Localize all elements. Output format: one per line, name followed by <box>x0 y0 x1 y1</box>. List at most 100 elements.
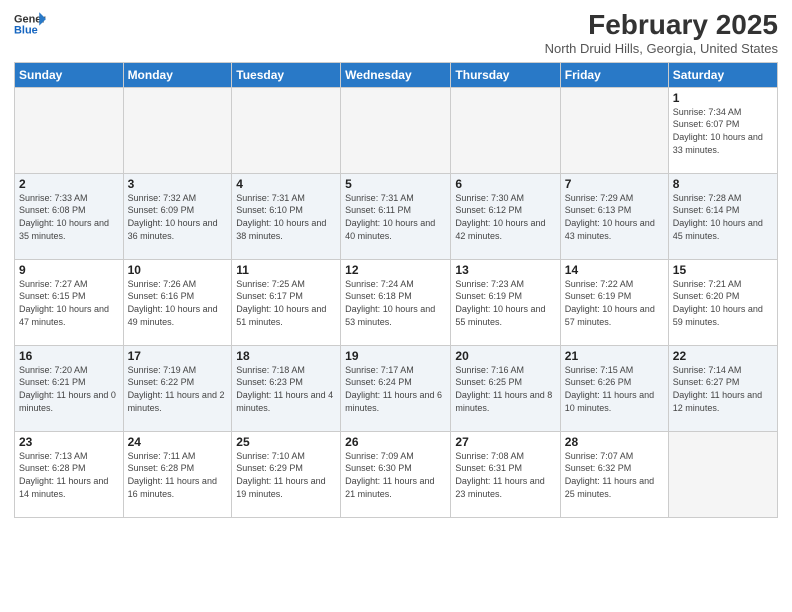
day-info: Sunrise: 7:20 AMSunset: 6:21 PMDaylight:… <box>19 364 119 414</box>
day-info: Sunrise: 7:18 AMSunset: 6:23 PMDaylight:… <box>236 364 336 414</box>
day-info: Sunrise: 7:19 AMSunset: 6:22 PMDaylight:… <box>128 364 228 414</box>
table-row: 5Sunrise: 7:31 AMSunset: 6:11 PMDaylight… <box>341 173 451 259</box>
day-info: Sunrise: 7:07 AMSunset: 6:32 PMDaylight:… <box>565 450 664 500</box>
table-row: 6Sunrise: 7:30 AMSunset: 6:12 PMDaylight… <box>451 173 560 259</box>
table-row: 25Sunrise: 7:10 AMSunset: 6:29 PMDayligh… <box>232 431 341 517</box>
day-info: Sunrise: 7:17 AMSunset: 6:24 PMDaylight:… <box>345 364 446 414</box>
table-row: 12Sunrise: 7:24 AMSunset: 6:18 PMDayligh… <box>341 259 451 345</box>
day-info: Sunrise: 7:28 AMSunset: 6:14 PMDaylight:… <box>673 192 773 242</box>
header-saturday: Saturday <box>668 62 777 87</box>
day-number: 22 <box>673 349 773 363</box>
day-number: 19 <box>345 349 446 363</box>
header-friday: Friday <box>560 62 668 87</box>
table-row: 17Sunrise: 7:19 AMSunset: 6:22 PMDayligh… <box>123 345 232 431</box>
day-number: 18 <box>236 349 336 363</box>
day-number: 2 <box>19 177 119 191</box>
day-number: 17 <box>128 349 228 363</box>
table-row: 1Sunrise: 7:34 AMSunset: 6:07 PMDaylight… <box>668 87 777 173</box>
day-number: 12 <box>345 263 446 277</box>
table-row: 20Sunrise: 7:16 AMSunset: 6:25 PMDayligh… <box>451 345 560 431</box>
day-info: Sunrise: 7:26 AMSunset: 6:16 PMDaylight:… <box>128 278 228 328</box>
day-info: Sunrise: 7:31 AMSunset: 6:11 PMDaylight:… <box>345 192 446 242</box>
table-row <box>232 87 341 173</box>
day-number: 27 <box>455 435 555 449</box>
page: General Blue February 2025 North Druid H… <box>0 0 792 612</box>
table-row: 2Sunrise: 7:33 AMSunset: 6:08 PMDaylight… <box>15 173 124 259</box>
day-info: Sunrise: 7:24 AMSunset: 6:18 PMDaylight:… <box>345 278 446 328</box>
calendar-week-row: 16Sunrise: 7:20 AMSunset: 6:21 PMDayligh… <box>15 345 778 431</box>
day-number: 23 <box>19 435 119 449</box>
svg-text:Blue: Blue <box>14 24 38 36</box>
day-number: 21 <box>565 349 664 363</box>
title-block: February 2025 North Druid Hills, Georgia… <box>545 10 778 56</box>
day-info: Sunrise: 7:23 AMSunset: 6:19 PMDaylight:… <box>455 278 555 328</box>
day-info: Sunrise: 7:10 AMSunset: 6:29 PMDaylight:… <box>236 450 336 500</box>
table-row: 28Sunrise: 7:07 AMSunset: 6:32 PMDayligh… <box>560 431 668 517</box>
day-number: 20 <box>455 349 555 363</box>
day-info: Sunrise: 7:16 AMSunset: 6:25 PMDaylight:… <box>455 364 555 414</box>
day-number: 9 <box>19 263 119 277</box>
calendar-week-row: 1Sunrise: 7:34 AMSunset: 6:07 PMDaylight… <box>15 87 778 173</box>
table-row: 13Sunrise: 7:23 AMSunset: 6:19 PMDayligh… <box>451 259 560 345</box>
day-info: Sunrise: 7:13 AMSunset: 6:28 PMDaylight:… <box>19 450 119 500</box>
day-info: Sunrise: 7:22 AMSunset: 6:19 PMDaylight:… <box>565 278 664 328</box>
table-row: 8Sunrise: 7:28 AMSunset: 6:14 PMDaylight… <box>668 173 777 259</box>
table-row: 7Sunrise: 7:29 AMSunset: 6:13 PMDaylight… <box>560 173 668 259</box>
table-row: 21Sunrise: 7:15 AMSunset: 6:26 PMDayligh… <box>560 345 668 431</box>
table-row: 11Sunrise: 7:25 AMSunset: 6:17 PMDayligh… <box>232 259 341 345</box>
day-number: 14 <box>565 263 664 277</box>
table-row: 9Sunrise: 7:27 AMSunset: 6:15 PMDaylight… <box>15 259 124 345</box>
table-row: 3Sunrise: 7:32 AMSunset: 6:09 PMDaylight… <box>123 173 232 259</box>
location: North Druid Hills, Georgia, United State… <box>545 41 778 56</box>
day-info: Sunrise: 7:34 AMSunset: 6:07 PMDaylight:… <box>673 106 773 156</box>
table-row: 19Sunrise: 7:17 AMSunset: 6:24 PMDayligh… <box>341 345 451 431</box>
header-wednesday: Wednesday <box>341 62 451 87</box>
day-info: Sunrise: 7:11 AMSunset: 6:28 PMDaylight:… <box>128 450 228 500</box>
table-row <box>341 87 451 173</box>
day-info: Sunrise: 7:30 AMSunset: 6:12 PMDaylight:… <box>455 192 555 242</box>
day-info: Sunrise: 7:33 AMSunset: 6:08 PMDaylight:… <box>19 192 119 242</box>
day-number: 1 <box>673 91 773 105</box>
day-number: 4 <box>236 177 336 191</box>
header-sunday: Sunday <box>15 62 124 87</box>
table-row <box>451 87 560 173</box>
day-number: 15 <box>673 263 773 277</box>
header-thursday: Thursday <box>451 62 560 87</box>
header: General Blue February 2025 North Druid H… <box>14 10 778 56</box>
day-number: 13 <box>455 263 555 277</box>
calendar-week-row: 2Sunrise: 7:33 AMSunset: 6:08 PMDaylight… <box>15 173 778 259</box>
table-row <box>123 87 232 173</box>
table-row: 10Sunrise: 7:26 AMSunset: 6:16 PMDayligh… <box>123 259 232 345</box>
day-number: 24 <box>128 435 228 449</box>
day-number: 28 <box>565 435 664 449</box>
day-number: 25 <box>236 435 336 449</box>
month-title: February 2025 <box>545 10 778 41</box>
day-number: 26 <box>345 435 446 449</box>
table-row: 23Sunrise: 7:13 AMSunset: 6:28 PMDayligh… <box>15 431 124 517</box>
table-row <box>668 431 777 517</box>
calendar: Sunday Monday Tuesday Wednesday Thursday… <box>14 62 778 518</box>
logo: General Blue <box>14 10 46 38</box>
table-row: 14Sunrise: 7:22 AMSunset: 6:19 PMDayligh… <box>560 259 668 345</box>
calendar-week-row: 23Sunrise: 7:13 AMSunset: 6:28 PMDayligh… <box>15 431 778 517</box>
day-number: 7 <box>565 177 664 191</box>
day-number: 3 <box>128 177 228 191</box>
table-row: 22Sunrise: 7:14 AMSunset: 6:27 PMDayligh… <box>668 345 777 431</box>
table-row: 15Sunrise: 7:21 AMSunset: 6:20 PMDayligh… <box>668 259 777 345</box>
day-info: Sunrise: 7:29 AMSunset: 6:13 PMDaylight:… <box>565 192 664 242</box>
day-info: Sunrise: 7:08 AMSunset: 6:31 PMDaylight:… <box>455 450 555 500</box>
table-row <box>560 87 668 173</box>
day-number: 10 <box>128 263 228 277</box>
day-info: Sunrise: 7:32 AMSunset: 6:09 PMDaylight:… <box>128 192 228 242</box>
table-row: 18Sunrise: 7:18 AMSunset: 6:23 PMDayligh… <box>232 345 341 431</box>
calendar-header-row: Sunday Monday Tuesday Wednesday Thursday… <box>15 62 778 87</box>
table-row: 16Sunrise: 7:20 AMSunset: 6:21 PMDayligh… <box>15 345 124 431</box>
day-info: Sunrise: 7:27 AMSunset: 6:15 PMDaylight:… <box>19 278 119 328</box>
header-tuesday: Tuesday <box>232 62 341 87</box>
day-number: 6 <box>455 177 555 191</box>
table-row: 27Sunrise: 7:08 AMSunset: 6:31 PMDayligh… <box>451 431 560 517</box>
table-row: 24Sunrise: 7:11 AMSunset: 6:28 PMDayligh… <box>123 431 232 517</box>
day-number: 5 <box>345 177 446 191</box>
calendar-week-row: 9Sunrise: 7:27 AMSunset: 6:15 PMDaylight… <box>15 259 778 345</box>
day-info: Sunrise: 7:21 AMSunset: 6:20 PMDaylight:… <box>673 278 773 328</box>
